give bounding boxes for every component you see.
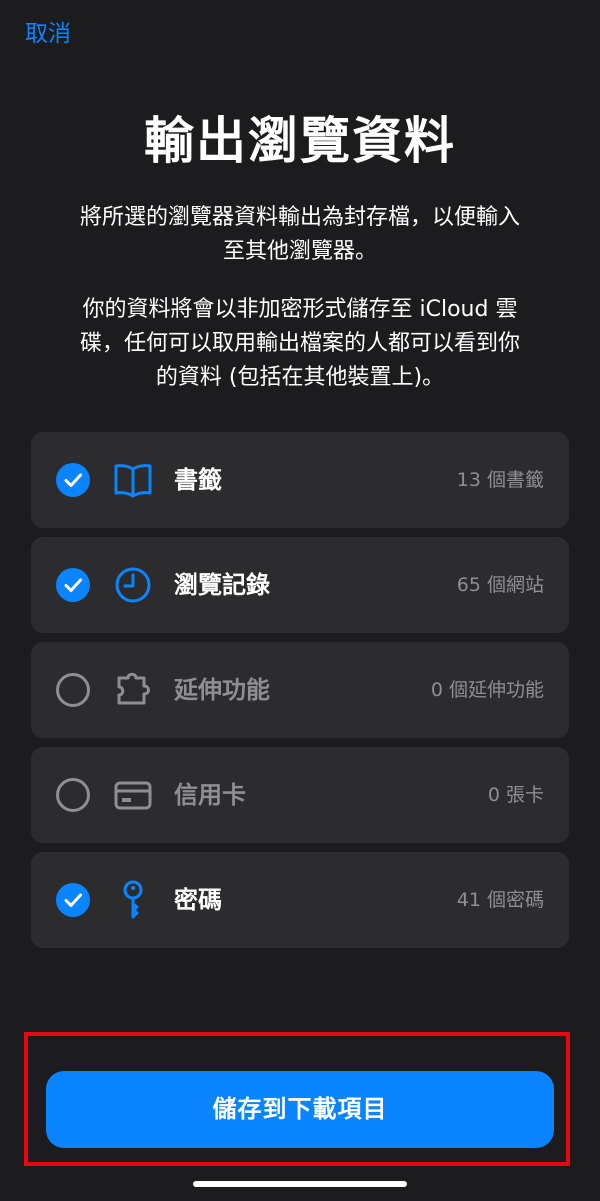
option-label: 瀏覽記錄 — [174, 571, 270, 599]
option-label: 延伸功能 — [174, 676, 270, 704]
option-row-credit-cards[interactable]: 信用卡 0 張卡 — [31, 747, 569, 843]
checkmark-icon[interactable] — [56, 463, 90, 497]
book-icon — [113, 460, 153, 500]
option-label: 信用卡 — [174, 781, 246, 809]
key-icon — [113, 880, 153, 920]
save-to-downloads-button[interactable]: 儲存到下載項目 — [46, 1071, 554, 1148]
clock-icon — [113, 565, 153, 605]
option-count: 65 個網站 — [456, 574, 544, 596]
page-title: 輸出瀏覽資料 — [144, 112, 456, 170]
description-export: 將所選的瀏覽器資料輸出為封存檔，以便輸入至其他瀏覽器。 — [80, 205, 521, 264]
credit-card-icon — [113, 775, 153, 815]
option-label: 密碼 — [174, 886, 222, 914]
option-row-extensions[interactable]: 延伸功能 0 個延伸功能 — [31, 642, 569, 738]
option-count: 0 張卡 — [487, 784, 544, 806]
option-row-bookmarks[interactable]: 書籤 13 個書籤 — [31, 432, 569, 528]
option-label: 書籤 — [174, 466, 222, 494]
option-row-passwords[interactable]: 密碼 41 個密碼 — [31, 852, 569, 948]
checkmark-icon[interactable] — [56, 883, 90, 917]
home-indicator — [193, 1181, 407, 1187]
option-row-history[interactable]: 瀏覽記錄 65 個網站 — [31, 537, 569, 633]
option-count: 41 個密碼 — [456, 889, 544, 911]
puzzle-icon — [113, 670, 153, 710]
unchecked-circle-icon[interactable] — [56, 673, 90, 707]
option-count: 13 個書籤 — [456, 469, 544, 491]
export-options-list: 書籤 13 個書籤 瀏覽記錄 65 個網站 延伸功能 0 個延伸功能 信用卡 0… — [31, 432, 569, 957]
cancel-button[interactable]: 取消 — [25, 16, 71, 52]
description-warning: 你的資料將會以非加密形式儲存至 iCloud 雲碟，任何可以取用輸出檔案的人都可… — [80, 297, 521, 390]
option-count: 0 個延伸功能 — [430, 679, 544, 701]
checkmark-icon[interactable] — [56, 568, 90, 602]
export-browsing-data-sheet: 取消 輸出瀏覽資料 將所選的瀏覽器資料輸出為封存檔，以便輸入至其他瀏覽器。 你的… — [0, 0, 600, 1201]
unchecked-circle-icon[interactable] — [56, 778, 90, 812]
